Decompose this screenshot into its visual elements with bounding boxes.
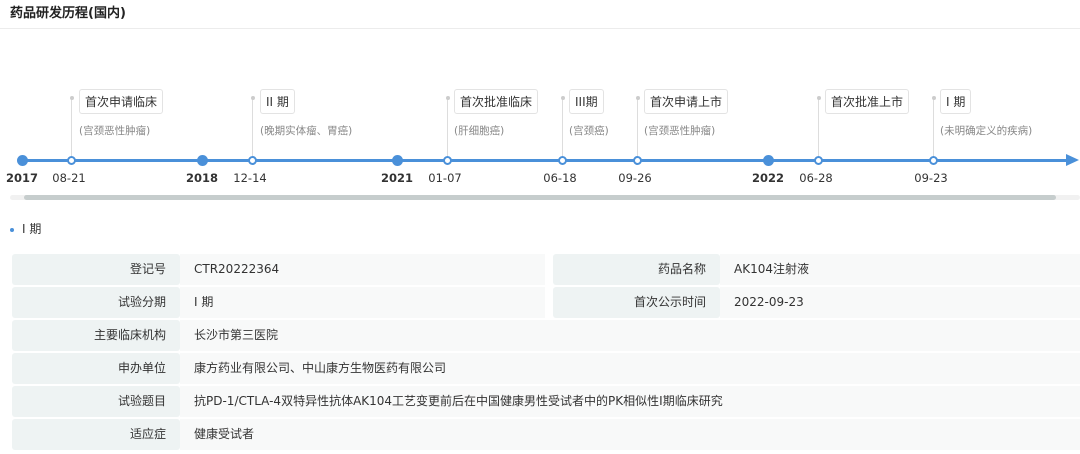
event-dot[interactable] (814, 156, 823, 165)
divider (0, 28, 1080, 29)
event-label[interactable]: 首次申请临床 (79, 89, 164, 114)
detail-row: 适应症 健康受试者 (12, 419, 1080, 450)
event-tip (69, 96, 74, 100)
event-tip (635, 96, 640, 100)
event-label[interactable]: 首次批准临床 (454, 89, 539, 114)
label-institution: 主要临床机构 (12, 320, 180, 351)
event-connector (71, 98, 72, 156)
event-tip (445, 96, 450, 100)
event-dot[interactable] (443, 156, 452, 165)
event-indication: (宫颈恶性肿瘤) (644, 125, 716, 137)
value-indication: 健康受试者 (180, 419, 1080, 450)
label-topic: 试验题目 (12, 386, 180, 417)
year-dot (763, 155, 774, 166)
detail-row: 试验分期 I 期 首次公示时间 2022-09-23 (12, 287, 1080, 318)
value-drug: AK104注射液 (720, 254, 1080, 285)
year-label: 2021 (380, 171, 414, 185)
year-label: 2017 (5, 171, 39, 185)
horizontal-scrollbar[interactable] (10, 195, 1080, 200)
event-date: 09-26 (618, 171, 652, 185)
event-date: 09-23 (914, 171, 948, 185)
event-dot[interactable] (929, 156, 938, 165)
event-tip (931, 96, 936, 100)
label-indication: 适应症 (12, 419, 180, 450)
value-pub-date: 2022-09-23 (720, 287, 1080, 318)
event-date: 01-07 (428, 171, 462, 185)
value-sponsor: 康方药业有限公司、中山康方生物医药有限公司 (180, 353, 1080, 384)
event-date: 06-18 (543, 171, 577, 185)
section-title: I 期 (22, 222, 42, 236)
event-connector (447, 98, 448, 156)
scrollbar-thumb[interactable] (24, 195, 1056, 200)
event-indication: (肝细胞癌) (454, 125, 505, 137)
event-tip (560, 96, 565, 100)
year-dot (197, 155, 208, 166)
label-phase: 试验分期 (12, 287, 180, 318)
event-date: 12-14 (233, 171, 267, 185)
event-label[interactable]: II 期 (260, 89, 295, 114)
year-dot (392, 155, 403, 166)
event-tip (816, 96, 821, 100)
event-label[interactable]: 首次申请上市 (644, 89, 729, 114)
page-title: 药品研发历程(国内) (10, 6, 126, 21)
event-dot[interactable] (633, 156, 642, 165)
detail-row: 试验题目 抗PD-1/CTLA-4双特异性抗体AK104工艺变更前后在中国健康男… (12, 386, 1080, 417)
value-institution: 长沙市第三医院 (180, 320, 1080, 351)
label-pub-date: 首次公示时间 (553, 287, 720, 318)
label-sponsor: 申办单位 (12, 353, 180, 384)
event-indication: (未明确定义的疾病) (940, 125, 1033, 137)
event-date: 08-21 (52, 171, 86, 185)
label-drug: 药品名称 (553, 254, 720, 285)
arrow-right-icon (1066, 154, 1079, 166)
event-label[interactable]: I 期 (940, 89, 972, 114)
detail-row: 登记号 CTR20222364 药品名称 AK104注射液 (12, 254, 1080, 285)
value-topic: 抗PD-1/CTLA-4双特异性抗体AK104工艺变更前后在中国健康男性受试者中… (180, 386, 1080, 417)
event-connector (637, 98, 638, 156)
year-label: 2018 (185, 171, 219, 185)
event-connector (933, 98, 934, 156)
event-indication: (晚期实体瘤、胃癌) (260, 125, 353, 137)
detail-row: 主要临床机构 长沙市第三医院 (12, 320, 1080, 351)
event-label[interactable]: III期 (569, 89, 604, 114)
event-date: 06-28 (799, 171, 833, 185)
event-tip (250, 96, 255, 100)
event-connector (562, 98, 563, 156)
bullet-icon (10, 227, 14, 232)
event-dot[interactable] (248, 156, 257, 165)
event-dot[interactable] (67, 156, 76, 165)
event-connector (252, 98, 253, 156)
event-label[interactable]: 首次批准上市 (825, 89, 910, 114)
label-reg-no: 登记号 (12, 254, 180, 285)
event-dot[interactable] (558, 156, 567, 165)
timeline-axis (20, 159, 1070, 162)
event-connector (818, 98, 819, 156)
year-label: 2022 (751, 171, 785, 185)
detail-row: 申办单位 康方药业有限公司、中山康方生物医药有限公司 (12, 353, 1080, 384)
event-indication: (宫颈恶性肿瘤) (79, 125, 151, 137)
section-heading: I 期 (10, 220, 41, 237)
year-dot (17, 155, 28, 166)
value-reg-no: CTR20222364 (180, 254, 545, 285)
value-phase: I 期 (180, 287, 545, 318)
event-indication: (宫颈癌) (569, 125, 609, 137)
